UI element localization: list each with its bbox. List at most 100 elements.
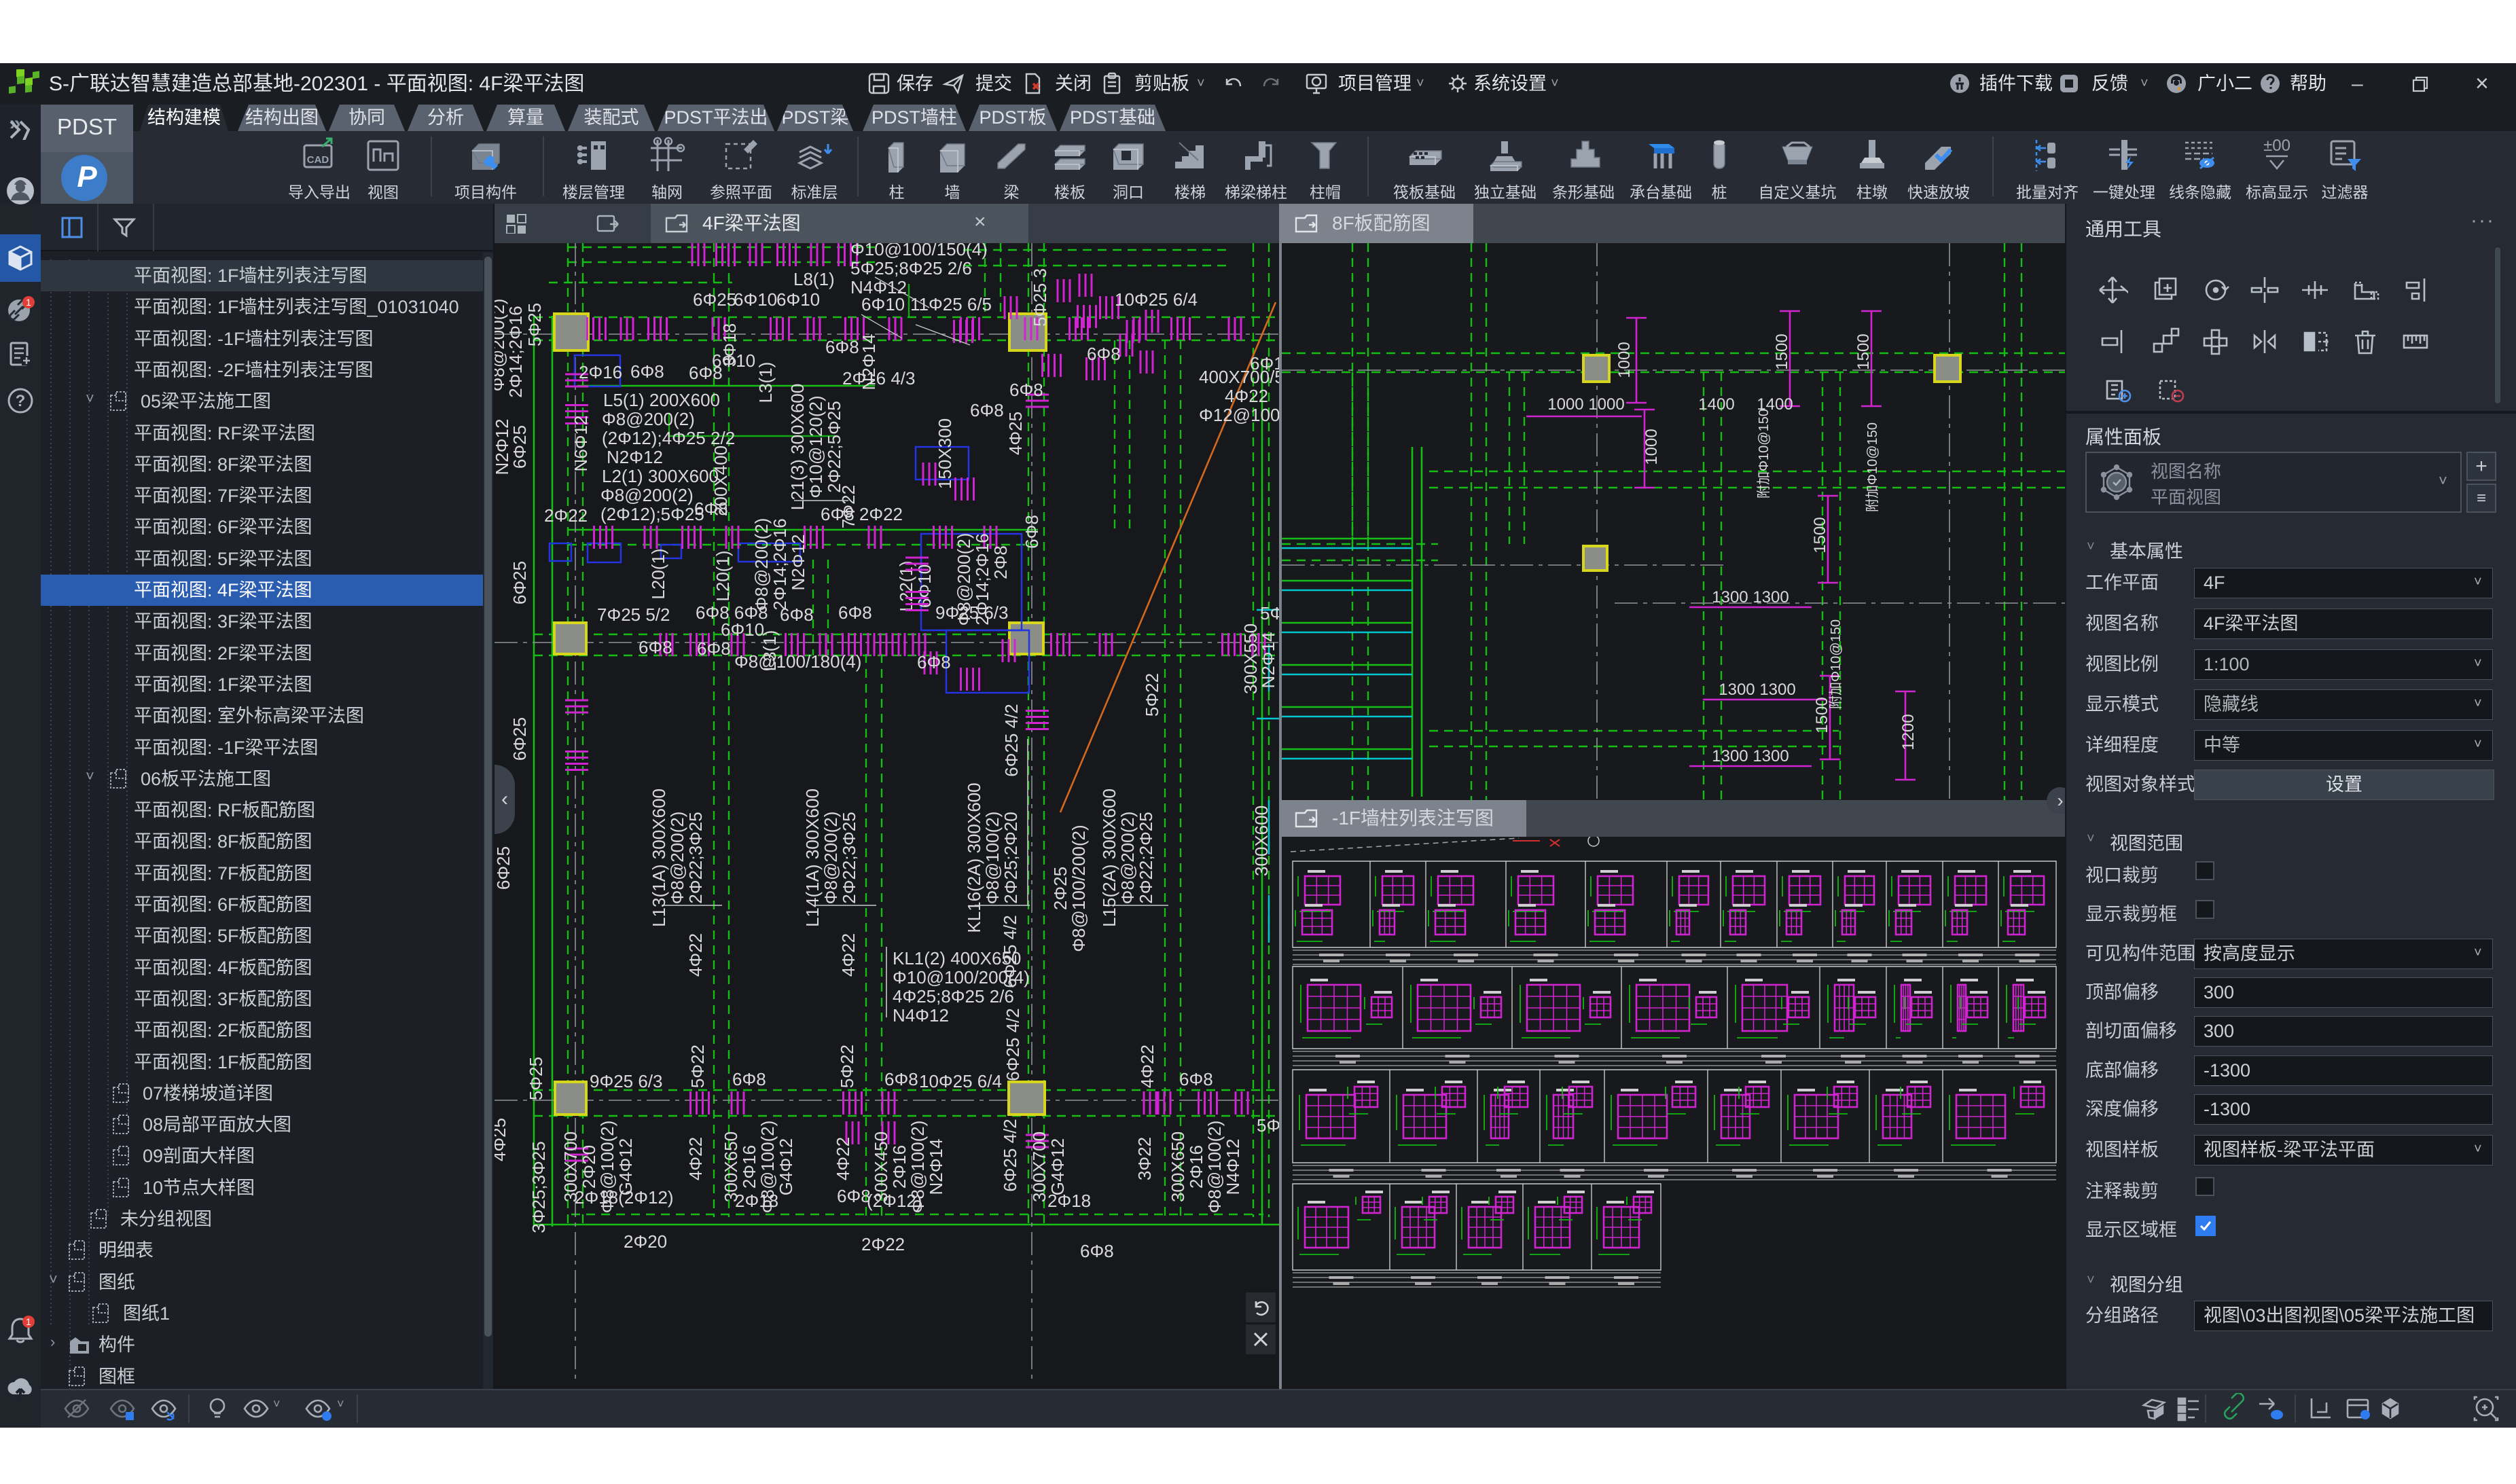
svg-text:10Φ25 6/4: 10Φ25 6/4 — [919, 1071, 1002, 1091]
svg-text:9Φ25 6/3: 9Φ25 6/3 — [590, 1071, 663, 1091]
svg-text:CAD: CAD — [307, 154, 329, 166]
svg-text:L15(2A) 300X600: L15(2A) 300X600 — [1099, 789, 1119, 927]
svg-text:6Φ8: 6Φ8 — [884, 1069, 918, 1089]
svg-text:Φ8@100(2): Φ8@100(2) — [982, 812, 1003, 905]
svg-text:10Φ25 6/4: 10Φ25 6/4 — [1115, 289, 1198, 310]
svg-text:Φ10@120(2): Φ10@120(2) — [806, 395, 826, 498]
svg-text:2Φ14;2Φ16: 2Φ14;2Φ16 — [770, 518, 790, 610]
svg-text:2Φ16: 2Φ16 — [739, 1145, 759, 1189]
svg-text:2Φ22: 2Φ22 — [544, 505, 588, 526]
svg-text:附加Φ10@150: 附加Φ10@150 — [1865, 422, 1880, 512]
svg-text:?: ? — [16, 392, 26, 410]
svg-text:2Φ16: 2Φ16 — [579, 362, 622, 382]
svg-text:N2Φ14: N2Φ14 — [926, 1139, 946, 1195]
svg-text:2Φ22;5Φ25: 2Φ22;5Φ25 — [824, 401, 844, 492]
svg-text:6Φ8: 6Φ8 — [1009, 380, 1043, 400]
svg-text:6Φ8: 6Φ8 — [697, 638, 731, 659]
svg-text:4Φ25;8Φ25 2/6: 4Φ25;8Φ25 2/6 — [893, 986, 1014, 1007]
svg-text:Φ8@200(2): Φ8@200(2) — [1117, 812, 1138, 905]
svg-text:6Φ8: 6Φ8 — [1080, 1241, 1114, 1261]
svg-text:300X600: 300X600 — [1251, 806, 1272, 876]
svg-text:5Φ22: 5Φ22 — [837, 1045, 857, 1088]
svg-text:G4Φ12: G4Φ12 — [1047, 1138, 1068, 1195]
svg-text:(2Φ12);4Φ25 2/2: (2Φ12);4Φ25 2/2 — [602, 428, 735, 448]
svg-text:5Φ22: 5Φ22 — [1142, 673, 1162, 717]
svg-text:5Φ25: 5Φ25 — [1257, 1115, 1279, 1136]
svg-text:6Φ8 2Φ22: 6Φ8 2Φ22 — [821, 504, 903, 524]
svg-text:1300 1300: 1300 1300 — [1712, 588, 1789, 607]
svg-text:6Φ8: 6Φ8 — [780, 604, 814, 625]
svg-text:5Φ25: 5Φ25 — [1260, 603, 1279, 623]
svg-text:Φ8@200(2): Φ8@200(2) — [751, 518, 772, 611]
svg-text:6Φ8: 6Φ8 — [838, 602, 872, 623]
svg-text:Φ10@100/200(4): Φ10@100/200(4) — [893, 967, 1030, 988]
svg-text:2Φ22;3Φ25: 2Φ22;3Φ25 — [685, 812, 706, 903]
svg-text:±00: ±00 — [2263, 137, 2290, 155]
svg-text:G4Φ12: G4Φ12 — [776, 1138, 796, 1195]
svg-text:Φ8@100(2): Φ8@100(2) — [1204, 1121, 1225, 1214]
svg-text:Φ8@200(2): Φ8@200(2) — [600, 485, 694, 505]
svg-text:6Φ8: 6Φ8 — [1087, 344, 1121, 364]
svg-text:Φ8@100/180(4): Φ8@100/180(4) — [734, 651, 861, 672]
svg-text:6Φ8: 6Φ8 — [639, 637, 672, 657]
svg-text:1300 1300: 1300 1300 — [1719, 681, 1795, 699]
svg-text:4Φ22: 4Φ22 — [1137, 1045, 1157, 1088]
svg-text:11Φ25 6/5: 11Φ25 6/5 — [910, 294, 992, 314]
svg-text:4Φ22: 4Φ22 — [685, 1137, 706, 1180]
svg-text:400X700/500: 400X700/500 — [1199, 367, 1279, 387]
svg-text:6Φ25 4/2: 6Φ25 4/2 — [1000, 1119, 1020, 1192]
svg-text:6Φ25: 6Φ25 — [693, 289, 736, 310]
svg-text:L21(3) 300X600: L21(3) 300X600 — [787, 384, 808, 510]
svg-text:6Φ10: 6Φ10 — [734, 289, 777, 310]
svg-text:L2(1) 300X600: L2(1) 300X600 — [602, 466, 719, 486]
svg-text:5Φ25: 5Φ25 — [526, 1057, 546, 1100]
svg-text:6Φ10: 6Φ10 — [861, 294, 905, 314]
svg-text:L20(1): L20(1) — [713, 550, 733, 601]
svg-text:6Φ10: 6Φ10 — [776, 289, 820, 310]
svg-text:2Φ18: 2Φ18 — [1047, 1191, 1091, 1211]
svg-text:6Φ25: 6Φ25 — [495, 846, 514, 890]
svg-text:6Φ25 4/2: 6Φ25 4/2 — [1003, 1008, 1023, 1081]
svg-text:1000: 1000 — [1615, 342, 1634, 378]
svg-text:4Φ22: 4Φ22 — [838, 933, 859, 977]
svg-text:5Φ25 3: 5Φ25 3 — [1030, 268, 1050, 327]
svg-text:N2Φ14: N2Φ14 — [1258, 632, 1278, 689]
svg-text:2Φ8: 2Φ8 — [990, 545, 1011, 579]
svg-text:2Φ18(2Φ12): 2Φ18(2Φ12) — [575, 1187, 674, 1208]
svg-text:3Φ25;3Φ25: 3Φ25;3Φ25 — [528, 1141, 549, 1233]
svg-text:2Φ22;2Φ25: 2Φ22;2Φ25 — [1136, 812, 1156, 903]
svg-text:9Φ25 6/3: 9Φ25 6/3 — [935, 602, 1009, 623]
svg-text:N2Φ14: N2Φ14 — [859, 334, 879, 391]
svg-text:4Φ22: 4Φ22 — [685, 933, 706, 977]
svg-text:N2Φ12: N2Φ12 — [788, 535, 808, 591]
svg-text:6Φ8: 6Φ8 — [837, 1186, 871, 1206]
svg-text:1400: 1400 — [1698, 395, 1734, 414]
svg-text:6Φ8: 6Φ8 — [1179, 1069, 1213, 1089]
svg-text:6Φ8: 6Φ8 — [630, 361, 664, 382]
svg-text:300X700: 300X700 — [1029, 1132, 1049, 1202]
svg-text:6Φ8: 6Φ8 — [694, 499, 728, 519]
svg-text:6Φ10: 6Φ10 — [914, 564, 935, 608]
svg-text:2Φ22: 2Φ22 — [861, 1234, 905, 1254]
svg-text:2Φ18: 2Φ18 — [735, 1191, 778, 1211]
svg-text:Φ8@200(2): Φ8@200(2) — [602, 409, 695, 429]
svg-text:6Φ8: 6Φ8 — [1022, 515, 1042, 549]
svg-text:Φ8@200(2): Φ8@200(2) — [821, 812, 841, 905]
svg-text:300X650: 300X650 — [1168, 1132, 1188, 1202]
svg-text:1: 1 — [26, 1316, 31, 1327]
svg-text:6Φ8 6Φ8: 6Φ8 6Φ8 — [696, 602, 768, 623]
svg-text:6Φ25: 6Φ25 — [509, 425, 530, 469]
svg-text:L20(1): L20(1) — [648, 548, 668, 599]
svg-text:6Φ8: 6Φ8 — [732, 1069, 766, 1089]
svg-text:1: 1 — [26, 297, 31, 308]
svg-text:3Φ22: 3Φ22 — [1134, 1137, 1155, 1180]
svg-text:4Φ22: 4Φ22 — [1225, 386, 1268, 406]
svg-text:6Φ8: 6Φ8 — [825, 337, 859, 357]
svg-text:2Φ14;2Φ16: 2Φ14;2Φ16 — [505, 306, 526, 397]
svg-text:1500: 1500 — [1773, 333, 1791, 369]
svg-text:KL1(2) 400X650: KL1(2) 400X650 — [893, 948, 1021, 969]
svg-text:(2Φ12): (2Φ12) — [867, 1191, 922, 1211]
svg-text:2Φ25: 2Φ25 — [1050, 867, 1071, 910]
svg-text:2Φ16: 2Φ16 — [889, 1145, 910, 1189]
svg-text:2Φ16: 2Φ16 — [1186, 1145, 1206, 1189]
